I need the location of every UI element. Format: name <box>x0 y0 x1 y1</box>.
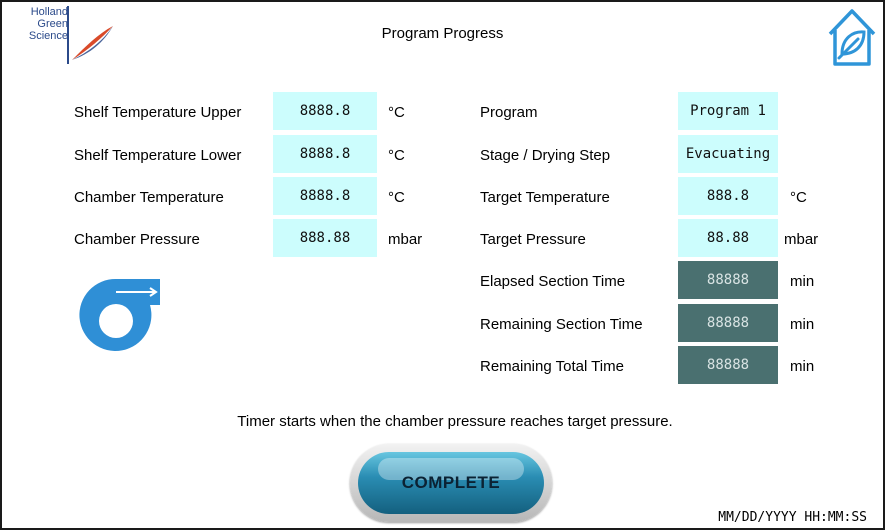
chamber-pressure-value: 888.88 <box>273 219 377 257</box>
elapsed-time-label: Elapsed Section Time <box>480 273 626 290</box>
chamber-temp-value: 8888.8 <box>273 177 377 215</box>
elapsed-time-value: 88888 <box>678 261 778 299</box>
timestamp: MM/DD/YYYY HH:MM:SS <box>718 510 867 525</box>
logo-line-holland: Holland <box>30 6 68 18</box>
remaining-total-value: 88888 <box>678 346 778 384</box>
shelf-temp-lower-value: 8888.8 <box>273 135 377 173</box>
chamber-temp-unit: °C <box>388 189 405 206</box>
elapsed-time-unit: min <box>790 273 815 290</box>
remaining-total-unit: min <box>790 358 815 375</box>
program-value: Program 1 <box>678 92 778 130</box>
chamber-temp-label: Chamber Temperature <box>74 189 224 206</box>
stage-label: Stage / Drying Step <box>480 147 611 164</box>
shelf-temp-upper-value: 8888.8 <box>273 92 377 130</box>
target-temp-label: Target Temperature <box>480 189 610 206</box>
shelf-temp-upper-unit: °C <box>388 104 405 121</box>
remaining-total-label: Remaining Total Time <box>480 358 624 375</box>
home-leaf-icon[interactable] <box>825 6 879 68</box>
shelf-temp-lower-unit: °C <box>388 147 405 164</box>
target-temp-unit: °C <box>790 189 807 206</box>
chamber-pressure-unit: mbar <box>388 231 423 248</box>
stage-value: Evacuating <box>678 135 778 173</box>
timer-note: Timer starts when the chamber pressure r… <box>237 413 673 430</box>
target-temp-value: 888.8 <box>678 177 778 215</box>
shelf-temp-lower-label: Shelf Temperature Lower <box>74 147 242 164</box>
shelf-temp-upper-label: Shelf Temperature Upper <box>74 104 242 121</box>
target-pressure-value: 88.88 <box>678 219 778 257</box>
program-label: Program <box>480 104 538 121</box>
page-title: Program Progress <box>381 25 504 42</box>
vacuum-pump-icon <box>79 278 160 351</box>
remaining-section-label: Remaining Section Time <box>480 316 643 333</box>
target-pressure-unit: mbar <box>784 231 819 248</box>
complete-button[interactable]: COMPLETE <box>350 444 552 522</box>
complete-button-face[interactable]: COMPLETE <box>358 452 544 514</box>
target-pressure-label: Target Pressure <box>480 231 586 248</box>
chamber-pressure-label: Chamber Pressure <box>74 231 200 248</box>
remaining-section-unit: min <box>790 316 815 333</box>
complete-button-label: COMPLETE <box>401 473 501 492</box>
remaining-section-value: 88888 <box>678 304 778 342</box>
